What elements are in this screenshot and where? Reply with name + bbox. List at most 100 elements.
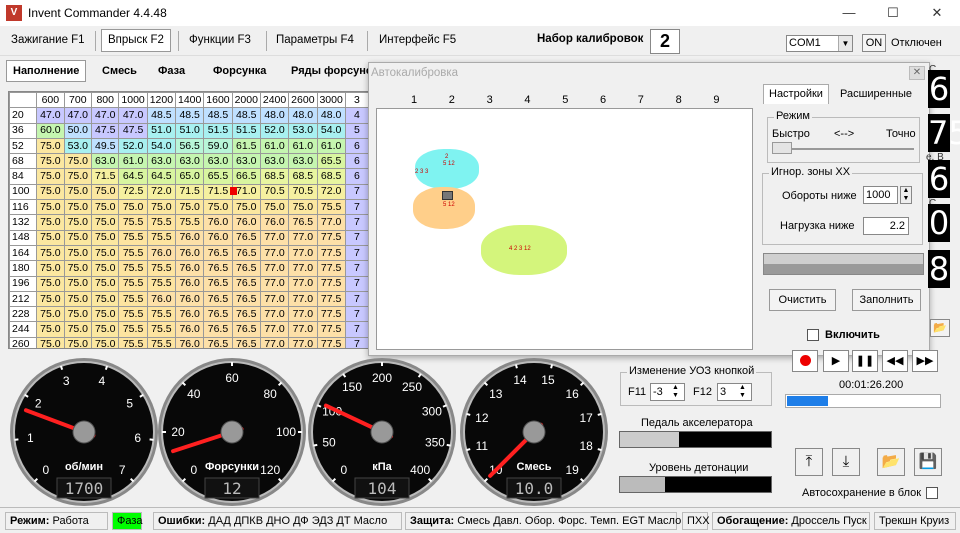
table-cell[interactable]: 61.0	[288, 137, 318, 155]
table-cell[interactable]: 66.5	[231, 168, 261, 185]
table-cell[interactable]: 61.0	[316, 137, 346, 155]
table-cell[interactable]: 77.0	[259, 275, 290, 292]
table-cell[interactable]: 76.0	[175, 306, 205, 323]
table-cell[interactable]: 76.5	[231, 321, 261, 338]
table-cell[interactable]: 76.5	[288, 214, 318, 231]
table-cell[interactable]: 48.5	[146, 107, 177, 124]
table-cell[interactable]: 7	[344, 321, 369, 338]
table-cell[interactable]: 61.0	[118, 153, 148, 170]
subtab-mixture[interactable]: Смесь	[95, 60, 144, 82]
table-cell[interactable]: 75.0	[36, 199, 65, 216]
record-button[interactable]	[792, 350, 818, 372]
table-cell[interactable]: 63.0	[203, 153, 233, 170]
table-cell[interactable]: 76.0	[175, 275, 205, 292]
table-cell[interactable]: 75.0	[36, 137, 65, 155]
table-cell[interactable]: 75.5	[118, 321, 148, 338]
clear-button[interactable]: Очистить	[769, 289, 836, 311]
table-cell[interactable]: 4	[344, 107, 369, 124]
mode-slider-thumb[interactable]	[772, 142, 792, 154]
table-cell[interactable]: 51.0	[175, 122, 205, 139]
table-cell[interactable]: 61.5	[231, 137, 261, 155]
table-cell[interactable]: 7	[344, 290, 369, 308]
table-cell[interactable]: 75.5	[146, 229, 177, 246]
fast-forward-button[interactable]: ▶▶	[912, 350, 938, 372]
table-cell[interactable]: 75.0	[63, 153, 93, 170]
table-cell[interactable]: 75.5	[118, 306, 148, 323]
table-cell[interactable]: 75.0	[90, 214, 120, 231]
table-cell[interactable]: 68.5	[316, 168, 346, 185]
table-cell[interactable]: 76.0	[203, 229, 233, 246]
table-cell[interactable]: 75.0	[146, 199, 177, 216]
table-cell[interactable]: 77.0	[288, 336, 318, 348]
table-cell[interactable]: 75.5	[118, 290, 148, 308]
table-cell[interactable]: 75.0	[90, 183, 120, 201]
table-cell[interactable]: 77.0	[288, 260, 318, 277]
table-cell[interactable]: 64.5	[146, 168, 177, 185]
table-cell[interactable]: 77.0	[316, 214, 346, 231]
table-cell[interactable]: 77.0	[288, 290, 318, 308]
table-cell[interactable]: 76.5	[231, 244, 261, 262]
table-cell[interactable]: 7	[344, 214, 369, 231]
table-cell[interactable]: 48.5	[175, 107, 205, 124]
table-cell[interactable]: 53.0	[63, 137, 93, 155]
rpm-below-input[interactable]: 1000	[863, 186, 898, 204]
table-cell[interactable]: 75.5	[118, 244, 148, 262]
table-cell[interactable]: 76.5	[231, 229, 261, 246]
table-cell[interactable]: 77.5	[316, 321, 346, 338]
calibration-set-value[interactable]: 2	[650, 29, 680, 54]
table-cell[interactable]: 77.0	[288, 275, 318, 292]
table-cell[interactable]: 76.5	[203, 336, 233, 348]
table-cell[interactable]: 63.0	[259, 153, 290, 170]
tab-interface[interactable]: Интерфейс F5	[372, 29, 463, 52]
table-cell[interactable]: 76.0	[175, 260, 205, 277]
table-cell[interactable]: 77.0	[259, 290, 290, 308]
table-cell[interactable]: 49.5	[90, 137, 120, 155]
table-cell[interactable]: 75.0	[36, 183, 65, 201]
table-cell[interactable]: 6	[344, 137, 369, 155]
table-cell[interactable]: 77.0	[288, 306, 318, 323]
table-cell[interactable]: 75.0	[36, 244, 65, 262]
table-cell[interactable]: 6	[344, 168, 369, 185]
table-cell[interactable]: 77.0	[259, 229, 290, 246]
table-cell[interactable]: 76.5	[231, 336, 261, 348]
table-cell[interactable]: 68.5	[288, 168, 318, 185]
table-cell[interactable]: 76.5	[203, 275, 233, 292]
table-cell[interactable]: 64.5	[118, 168, 148, 185]
table-cell[interactable]: 7	[344, 336, 369, 348]
table-cell[interactable]: 76.0	[175, 229, 205, 246]
table-cell[interactable]: 75.5	[316, 199, 346, 216]
connect-button[interactable]: ON	[862, 34, 886, 52]
table-cell[interactable]: 76.5	[231, 275, 261, 292]
maximize-button[interactable]: ☐	[870, 0, 916, 26]
table-cell[interactable]: 60.0	[36, 122, 65, 139]
table-cell[interactable]: 75.5	[118, 214, 148, 231]
table-cell[interactable]: 76.5	[231, 306, 261, 323]
table-cell[interactable]: 75.0	[63, 199, 93, 216]
table-cell[interactable]: 77.0	[288, 229, 318, 246]
table-cell[interactable]: 59.0	[203, 137, 233, 155]
table-cell[interactable]: 65.5	[316, 153, 346, 170]
table-cell[interactable]: 76.0	[175, 336, 205, 348]
table-cell[interactable]: 77.0	[259, 306, 290, 323]
table-cell[interactable]: 47.0	[36, 107, 65, 124]
table-cell[interactable]: 65.5	[203, 168, 233, 185]
table-cell[interactable]: 77.5	[316, 336, 346, 348]
table-cell[interactable]: 71.5	[203, 183, 233, 201]
fill-button[interactable]: Заполнить	[852, 289, 921, 311]
table-cell[interactable]: 75.0	[36, 168, 65, 185]
table-cell[interactable]: 75.0	[36, 306, 65, 323]
table-cell[interactable]: 53.0	[288, 122, 318, 139]
table-cell[interactable]: 72.5	[118, 183, 148, 201]
upload-icon[interactable]: ⤒	[795, 448, 823, 476]
table-cell[interactable]: 75.5	[146, 260, 177, 277]
table-cell[interactable]: 75.0	[36, 336, 65, 348]
table-cell[interactable]: 7	[344, 183, 369, 201]
mode-slider-track[interactable]	[772, 148, 914, 150]
table-cell[interactable]: 75.0	[63, 183, 93, 201]
enable-checkbox[interactable]	[807, 329, 819, 341]
table-cell[interactable]: 77.5	[316, 260, 346, 277]
table-cell[interactable]: 77.0	[288, 244, 318, 262]
table-cell[interactable]: 50.0	[63, 122, 93, 139]
table-cell[interactable]: 75.5	[146, 336, 177, 348]
table-cell[interactable]: 48.0	[316, 107, 346, 124]
